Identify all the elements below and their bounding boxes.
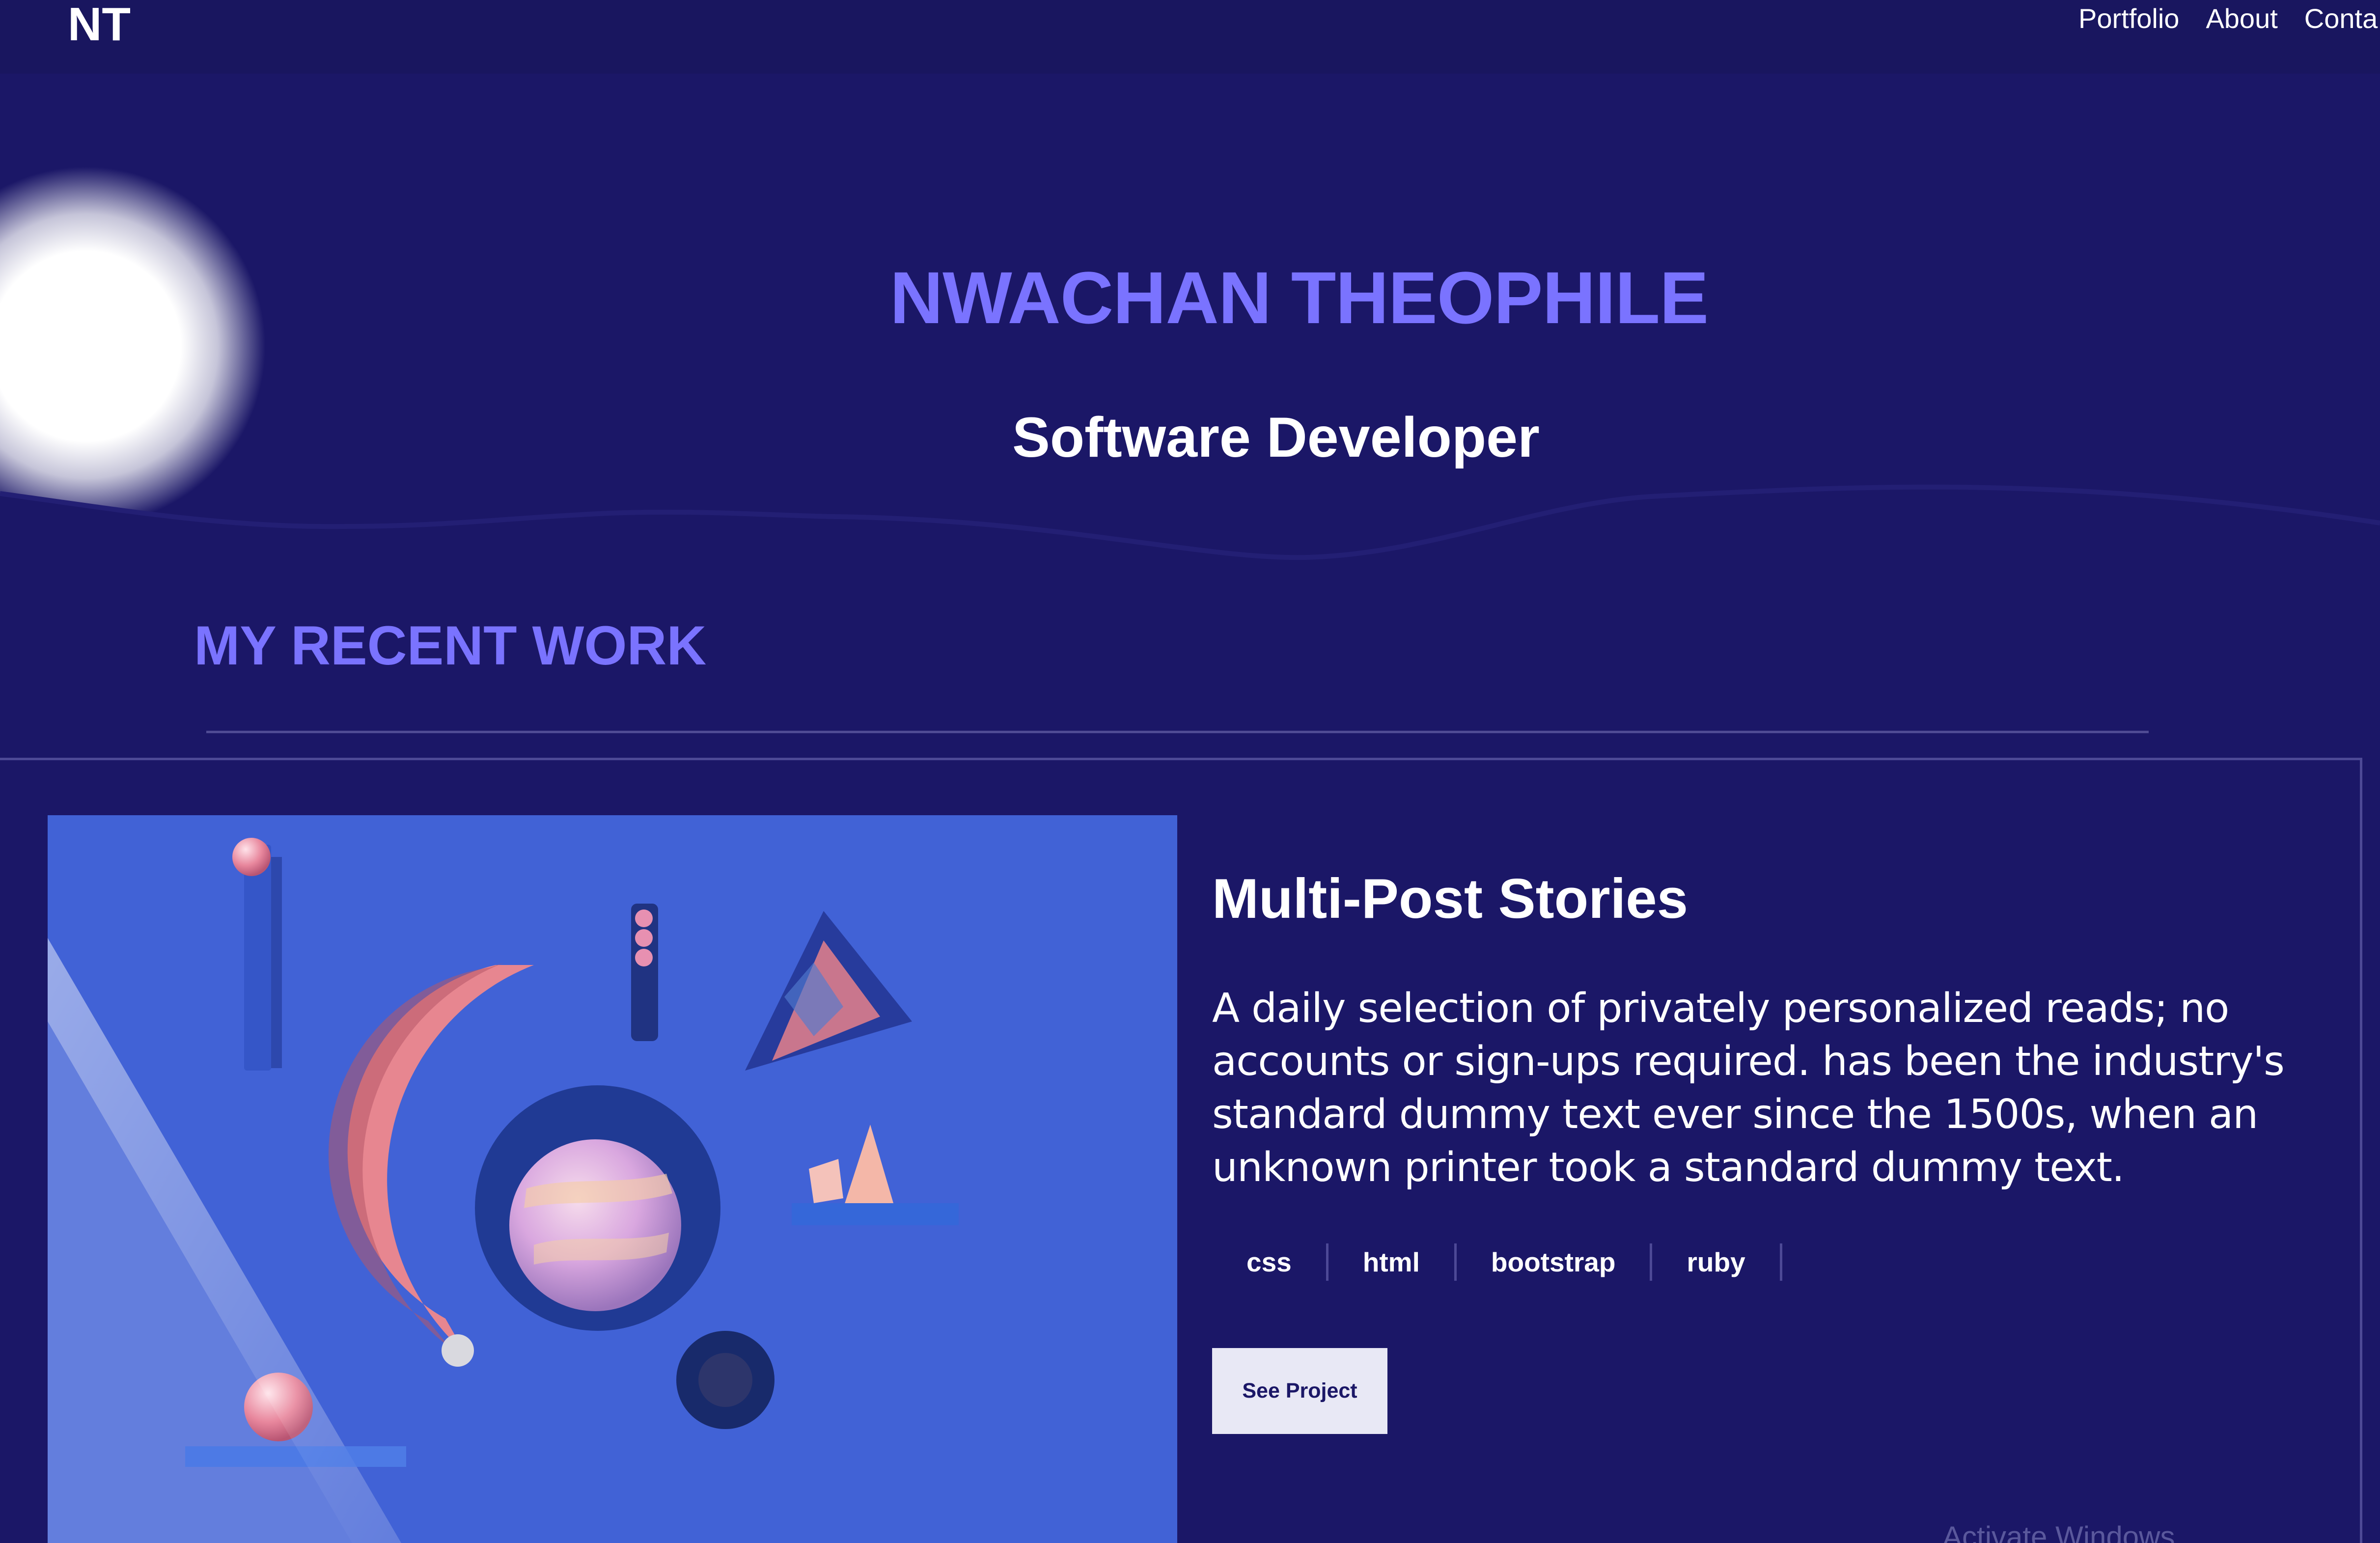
hero-wave-divider	[0, 484, 2380, 594]
activate-windows-watermark: Activate Windows	[1942, 1520, 2175, 1543]
portfolio-page: NT Portfolio About Conta NWACHAN THEOPHI…	[0, 0, 2380, 1543]
abstract-3d-artwork	[48, 815, 1177, 1543]
nav-contact-link[interactable]: Conta	[2304, 0, 2378, 39]
project-image	[48, 815, 1177, 1543]
tag-html: html	[1328, 1243, 1457, 1281]
project-description: A daily selection of privately personali…	[1212, 985, 2285, 1191]
nav-portfolio-link[interactable]: Portfolio	[2078, 0, 2179, 39]
site-logo[interactable]: NT	[68, 0, 131, 49]
hero-role-subtitle: Software Developer	[1012, 406, 1540, 469]
nav-about-link[interactable]: About	[2206, 0, 2277, 39]
tag-bootstrap: bootstrap	[1457, 1243, 1653, 1281]
tag-ruby: ruby	[1652, 1243, 1782, 1281]
main-navigation: Portfolio About Conta	[2078, 0, 2378, 39]
project-title: Multi-Post Stories	[1212, 868, 1688, 930]
hero-name-heading: NWACHAN THEOPHILE	[889, 256, 1709, 339]
section-divider	[206, 731, 2149, 733]
top-navigation-bar: NT Portfolio About Conta	[0, 0, 2380, 74]
see-project-button[interactable]: See Project	[1212, 1348, 1387, 1434]
project-tags: css html bootstrap ruby	[1212, 1240, 1782, 1284]
recent-work-heading: MY RECENT WORK	[194, 615, 707, 676]
tag-css: css	[1212, 1243, 1328, 1281]
